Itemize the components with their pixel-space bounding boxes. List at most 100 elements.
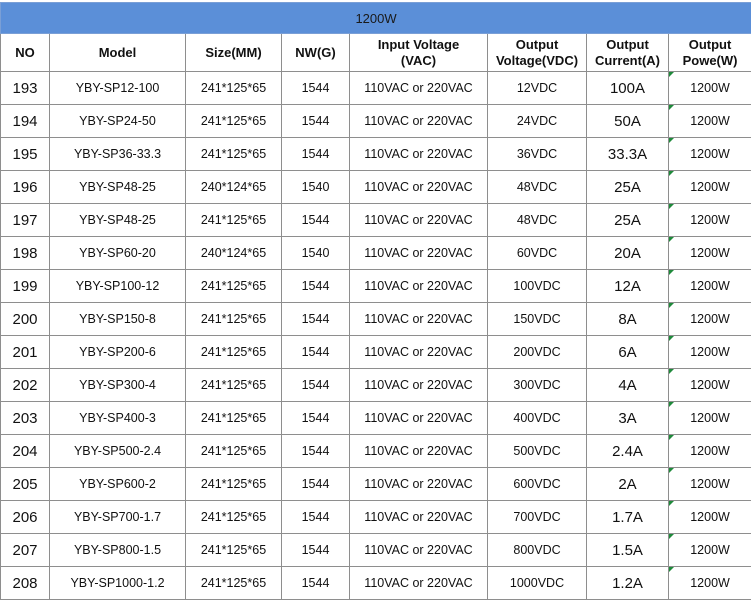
- cell-marker-icon: [669, 303, 674, 308]
- cell-size-text: 241*125*65: [200, 312, 267, 326]
- cell-no: 207: [0, 533, 50, 567]
- cell-marker-icon: [669, 501, 674, 506]
- cell-output-power: 1200W: [667, 335, 751, 369]
- cell-output-voltage: 200VDC: [487, 335, 587, 369]
- cell-size-text: 241*125*65: [200, 147, 267, 161]
- cell-input-voltage-text: 110VAC or 220VAC: [364, 378, 473, 392]
- cell-model: YBY-SP12-100: [49, 71, 186, 105]
- cell-model: YBY-SP100-12: [49, 269, 186, 303]
- cell-marker-icon: [669, 72, 674, 77]
- cell-input-voltage-text: 110VAC or 220VAC: [364, 543, 473, 557]
- table-title: 1200W: [0, 2, 751, 34]
- table-row: 205 YBY-SP600-2 241*125*65 1544 110VAC or 22…: [0, 467, 751, 501]
- cell-size: 241*125*65: [185, 269, 282, 303]
- cell-input-voltage: 110VAC or 220VAC: [349, 236, 488, 270]
- cell-output-voltage-text: 1000VDC: [509, 576, 565, 590]
- cell-nw: 1544: [281, 71, 350, 105]
- cell-size: 241*125*65: [185, 203, 282, 237]
- cell-nw-text: 1544: [301, 378, 330, 392]
- cell-size-text: 241*125*65: [200, 279, 267, 293]
- cell-model: YBY-SP60-20: [49, 236, 186, 270]
- cell-output-current: 100A: [586, 71, 669, 105]
- cell-output-power: 1200W: [667, 533, 751, 567]
- header-input-voltage-line1: Input Voltage: [377, 36, 460, 52]
- cell-marker-icon: [669, 336, 674, 341]
- cell-output-voltage: 24VDC: [487, 104, 587, 138]
- header-output-voltage-line2: Voltage(VDC): [495, 52, 579, 68]
- cell-size: 240*124*65: [185, 236, 282, 270]
- cell-nw: 1544: [281, 401, 350, 435]
- cell-nw: 1544: [281, 302, 350, 336]
- cell-no-text: 198: [12, 244, 38, 262]
- header-output-power: Output Powe(W): [667, 33, 751, 72]
- cell-nw-text: 1544: [301, 147, 330, 161]
- cell-output-current-text: 1.2A: [612, 574, 643, 592]
- cell-no: 204: [0, 434, 50, 468]
- cell-nw-text: 1544: [301, 312, 330, 326]
- cell-output-power-text: 1200W: [690, 114, 730, 128]
- header-model: Model: [49, 33, 186, 72]
- cell-output-voltage: 1000VDC: [487, 566, 587, 600]
- cell-model: YBY-SP48-25: [49, 203, 186, 237]
- cell-size: 241*125*65: [185, 368, 282, 402]
- cell-output-current-text: 4A: [618, 376, 637, 394]
- cell-nw-text: 1544: [301, 345, 330, 359]
- header-output-current-line2: Current(A): [595, 52, 660, 68]
- header-output-power-line1: Output: [688, 36, 732, 52]
- cell-input-voltage-text: 110VAC or 220VAC: [364, 147, 473, 161]
- cell-model: YBY-SP300-4: [49, 368, 186, 402]
- cell-no: 197: [0, 203, 50, 237]
- cell-model: YBY-SP700-1.7: [49, 500, 186, 534]
- cell-output-power-text: 1200W: [690, 477, 730, 491]
- cell-no: 196: [0, 170, 50, 204]
- cell-output-voltage: 800VDC: [487, 533, 587, 567]
- cell-model-text: YBY-SP300-4: [79, 378, 156, 392]
- cell-size: 241*125*65: [185, 302, 282, 336]
- cell-model: YBY-SP150-8: [49, 302, 186, 336]
- cell-size-text: 241*125*65: [200, 543, 267, 557]
- cell-size-text: 241*125*65: [200, 444, 267, 458]
- cell-input-voltage: 110VAC or 220VAC: [349, 401, 488, 435]
- spec-sheet: 1200W NO Model Size(MM) NW(G) Input Volt…: [0, 0, 751, 603]
- cell-output-voltage-text: 60VDC: [516, 246, 558, 260]
- cell-marker-icon: [669, 468, 674, 473]
- cell-nw-text: 1544: [301, 543, 330, 557]
- cell-output-current-text: 8A: [618, 310, 637, 328]
- cell-nw-text: 1540: [301, 246, 330, 260]
- cell-model-text: YBY-SP36-33.3: [73, 147, 162, 161]
- cell-size-text: 241*125*65: [200, 510, 267, 524]
- cell-output-current: 1.5A: [586, 533, 669, 567]
- cell-input-voltage-text: 110VAC or 220VAC: [364, 312, 473, 326]
- cell-output-current-text: 25A: [614, 178, 641, 196]
- cell-output-power-text: 1200W: [690, 345, 730, 359]
- cell-input-voltage: 110VAC or 220VAC: [349, 104, 488, 138]
- cell-marker-icon: [669, 402, 674, 407]
- header-nw: NW(G): [281, 33, 350, 72]
- cell-nw: 1544: [281, 104, 350, 138]
- cell-no: 206: [0, 500, 50, 534]
- cell-output-power: 1200W: [667, 500, 751, 534]
- cell-nw: 1544: [281, 368, 350, 402]
- cell-input-voltage-text: 110VAC or 220VAC: [364, 180, 473, 194]
- cell-nw: 1544: [281, 335, 350, 369]
- cell-output-voltage-text: 400VDC: [513, 411, 561, 425]
- cell-nw-text: 1540: [301, 180, 330, 194]
- cell-size: 241*125*65: [185, 566, 282, 600]
- cell-marker-icon: [669, 171, 674, 176]
- header-output-voltage-line1: Output: [515, 36, 559, 52]
- cell-output-power: 1200W: [667, 434, 751, 468]
- cell-model: YBY-SP24-50: [49, 104, 186, 138]
- cell-size: 241*125*65: [185, 104, 282, 138]
- cell-output-current: 50A: [586, 104, 669, 138]
- cell-model-text: YBY-SP12-100: [75, 81, 160, 95]
- cell-no-text: 207: [12, 541, 38, 559]
- cell-output-current: 8A: [586, 302, 669, 336]
- cell-marker-icon: [669, 369, 674, 374]
- cell-size: 241*125*65: [185, 401, 282, 435]
- cell-model-text: YBY-SP200-6: [79, 345, 156, 359]
- table-row: 202 YBY-SP300-4 241*125*65 1544 110VAC or 22…: [0, 368, 751, 402]
- cell-model: YBY-SP800-1.5: [49, 533, 186, 567]
- cell-nw: 1544: [281, 434, 350, 468]
- cell-marker-icon: [669, 435, 674, 440]
- cell-input-voltage: 110VAC or 220VAC: [349, 302, 488, 336]
